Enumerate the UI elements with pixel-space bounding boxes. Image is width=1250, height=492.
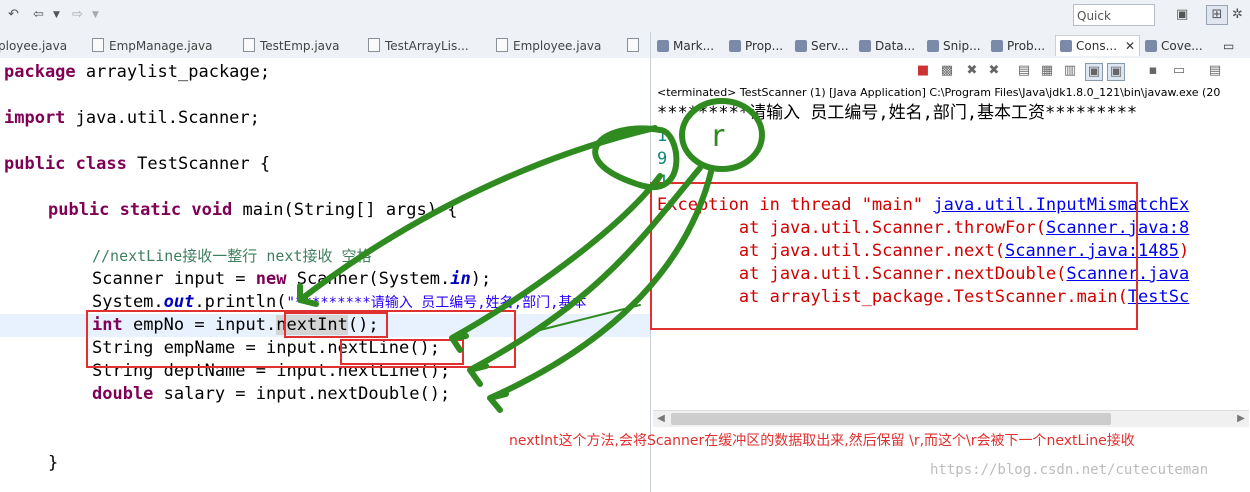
java-file-icon <box>368 38 380 52</box>
terminated-label: <terminated> TestScanner (1) [Java Appli… <box>657 86 1221 99</box>
scroll-left-icon[interactable]: ◀ <box>653 411 669 427</box>
watermark: https://blog.csdn.net/cutecuteman <box>930 462 1209 478</box>
open-perspective-icon[interactable]: ▣ <box>1176 6 1188 24</box>
editor-tab[interactable]: TestArrayLis... <box>368 36 469 56</box>
code-line: import java.util.Scanner; <box>4 108 260 128</box>
close-icon[interactable]: ✕ <box>1125 39 1135 53</box>
scroll-lock-icon[interactable]: ▤ <box>1016 63 1032 79</box>
annotation-box-nextline <box>340 339 464 365</box>
editor-tab[interactable]: EmpManage.java <box>92 36 213 56</box>
java-file-icon <box>243 38 255 52</box>
code-line: double salary = input.nextDouble(); <box>92 384 451 404</box>
horizontal-scrollbar[interactable]: ◀ ▶ <box>653 410 1249 427</box>
console-options-icon[interactable]: ▭ <box>1171 63 1187 79</box>
code-comment: //nextLine接收一整行 next接收 空格 <box>92 247 372 265</box>
quick-access-field[interactable]: Quick Access <box>1073 4 1155 45</box>
open-console-icon[interactable]: ▪ <box>1145 63 1161 79</box>
console-prompt: *********请输入 员工编号,姓名,部门,基本工资********* <box>657 103 1138 123</box>
scroll-right-icon[interactable]: ▶ <box>1233 411 1249 427</box>
console-icon <box>1060 40 1072 52</box>
console-input: 9 <box>657 149 668 169</box>
new-console-icon[interactable]: ▤ <box>1207 63 1223 79</box>
view-tab-markers[interactable]: Mark... <box>657 36 714 56</box>
data-icon <box>859 40 871 52</box>
servers-icon <box>795 40 807 52</box>
view-tab-problems[interactable]: Prob... <box>991 36 1045 56</box>
code-editor[interactable]: package arraylist_package; import java.u… <box>0 58 650 492</box>
stop-icon[interactable]: ▩ <box>939 63 955 79</box>
forward-dropdown-icon[interactable]: ▼ <box>92 6 99 24</box>
java-file-icon <box>627 38 639 52</box>
console-toolbar: ■ ▩ ✖ ✖ ▤ ▦ ▥ ▣ ▣ ▪ ▭ ▤ <box>651 58 1250 84</box>
editor-tab[interactable] <box>627 36 644 56</box>
editor-tab[interactable]: TestEmp.java <box>243 36 339 56</box>
editor-tab[interactable]: Employee.java <box>496 36 601 56</box>
editor-tab[interactable]: ployee.java <box>0 36 67 56</box>
java-file-icon <box>92 38 104 52</box>
annotation-box-exception <box>650 182 1138 330</box>
properties-icon <box>729 40 741 52</box>
view-tab-coverage[interactable]: Cove... <box>1145 36 1203 56</box>
console-input: 1 <box>657 126 668 146</box>
scrollbar-thumb[interactable] <box>671 413 1111 425</box>
markers-icon <box>657 40 669 52</box>
remove-all-icon[interactable]: ✖ <box>986 63 1002 79</box>
java-file-icon <box>496 38 508 52</box>
view-tab-bar: Mark... Prop... Serv... Data... Snip... … <box>651 32 1250 59</box>
pin-console-icon[interactable]: ▣ <box>1085 63 1103 81</box>
problems-icon <box>991 40 1003 52</box>
display-selected-icon[interactable]: ▣ <box>1107 63 1125 81</box>
show-console-icon[interactable]: ▥ <box>1062 63 1078 79</box>
minimize-icon[interactable]: ▭ <box>1223 36 1234 56</box>
code-line: public class TestScanner { <box>4 154 271 174</box>
annotation-note: nextInt这个方法,会将Scanner在缓冲区的数据取出来,然后保留 \r,… <box>509 433 1135 449</box>
code-line: Scanner input = new Scanner(System.in); <box>92 269 492 289</box>
view-tab-servers[interactable]: Serv... <box>795 36 849 56</box>
forward-icon[interactable]: ⇨ <box>72 6 83 24</box>
code-line: } <box>48 453 59 473</box>
snippets-icon <box>927 40 939 52</box>
coverage-icon <box>1145 40 1157 52</box>
debug-perspective-icon[interactable]: ✲ <box>1232 6 1243 24</box>
view-tab-properties[interactable]: Prop... <box>729 36 783 56</box>
view-tab-console[interactable]: Cons... ✕ <box>1055 35 1141 56</box>
terminate-icon[interactable]: ■ <box>915 63 931 79</box>
editor-tab-bar: ployee.java EmpManage.java TestEmp.java … <box>0 32 650 59</box>
back-icon[interactable]: ⇦ <box>33 6 44 24</box>
java-perspective-icon[interactable]: ⊞ <box>1206 5 1228 25</box>
view-tab-data[interactable]: Data... <box>859 36 915 56</box>
main-toolbar: ↶ ⇦ ▼ ⇨ ▼ Quick Access ▣ ⊞ ✲ <box>0 0 1250 45</box>
remove-launch-icon[interactable]: ✖ <box>964 63 980 79</box>
back-dropdown-icon[interactable]: ▼ <box>53 6 60 24</box>
code-line: package arraylist_package; <box>4 62 271 82</box>
annotation-box-nextint <box>284 312 388 338</box>
word-wrap-icon[interactable]: ▦ <box>1039 63 1055 79</box>
code-line: public static void main(String[] args) { <box>48 200 458 220</box>
view-tab-snippets[interactable]: Snip... <box>927 36 981 56</box>
undo-icon[interactable]: ↶ <box>8 6 19 24</box>
